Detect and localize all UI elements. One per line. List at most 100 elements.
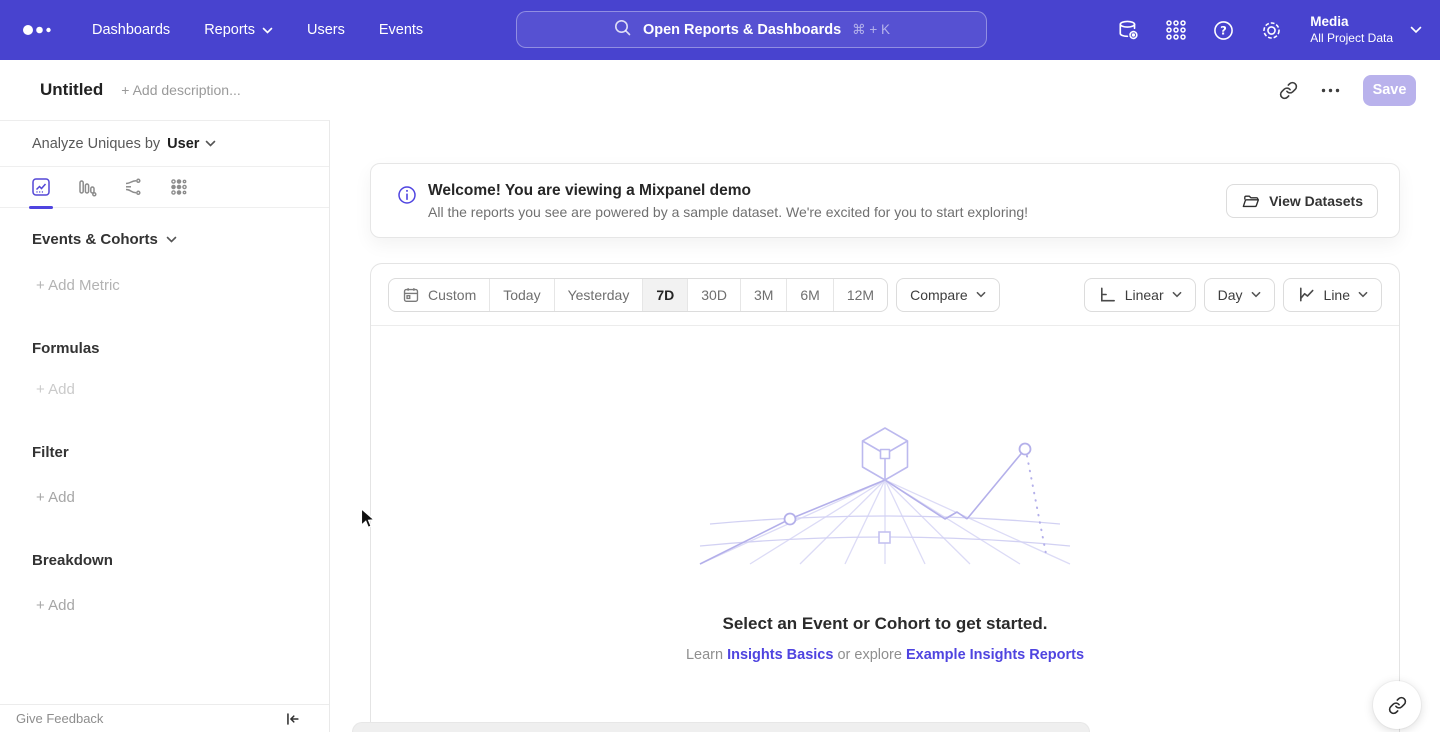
add-formula-button[interactable]: + Add (0, 381, 329, 398)
main-content: Welcome! You are viewing a Mixpanel demo… (330, 120, 1440, 732)
learn-prefix: Learn (686, 647, 723, 663)
bottom-sheet-peek[interactable] (352, 722, 1090, 732)
interval-label: Day (1218, 287, 1243, 303)
tab-flows[interactable] (123, 167, 143, 208)
range-12m[interactable]: 12M (833, 279, 887, 311)
insights-basics-link[interactable]: Insights Basics (727, 647, 833, 663)
range-30d[interactable]: 30D (687, 279, 740, 311)
search-shortcut: ⌘ + K (852, 22, 890, 38)
tab-bar-chart[interactable] (77, 167, 97, 208)
nav-item-reports[interactable]: Reports (204, 22, 273, 38)
nav-right: ? Media All Project Data (1117, 0, 1422, 60)
example-insights-reports-link[interactable]: Example Insights Reports (906, 647, 1084, 663)
add-filter-button[interactable]: + Add (0, 489, 329, 506)
info-icon (397, 185, 417, 205)
events-cohorts-heading[interactable]: Events & Cohorts (0, 231, 329, 248)
add-metric-button[interactable]: + Add Metric (0, 277, 329, 294)
compare-dropdown[interactable]: Compare (896, 278, 1000, 312)
chart-controls: Custom Today Yesterday 7D 30D 3M 6M 12M … (371, 264, 1399, 326)
wireframe-illustration (695, 424, 1075, 576)
save-button[interactable]: Save (1363, 75, 1416, 106)
project-scope: All Project Data (1310, 31, 1393, 47)
formulas-heading: Formulas (0, 340, 329, 357)
line-chart-icon (31, 177, 51, 197)
or-explore-text: or explore (837, 647, 901, 663)
chart-type-label: Line (1324, 287, 1350, 303)
empty-state-links: Learn Insights Basics or explore Example… (371, 647, 1399, 663)
banner-title: Welcome! You are viewing a Mixpanel demo (428, 182, 1028, 200)
chart-type-dropdown[interactable]: Line (1283, 278, 1382, 312)
range-label: Custom (428, 287, 476, 303)
compare-label: Compare (910, 287, 968, 303)
chevron-down-icon (1172, 291, 1182, 298)
line-chart-small-icon (1297, 285, 1316, 304)
chevron-down-icon (1251, 291, 1261, 298)
more-options-icon[interactable] (1321, 88, 1340, 93)
chevron-down-icon (1358, 291, 1368, 298)
chevron-down-icon (976, 291, 986, 298)
range-label: 12M (847, 287, 874, 303)
give-feedback-link[interactable]: Give Feedback (16, 711, 103, 726)
chevron-down-icon (205, 140, 216, 147)
range-label: 30D (701, 287, 727, 303)
view-datasets-button[interactable]: View Datasets (1226, 184, 1378, 218)
demo-banner: Welcome! You are viewing a Mixpanel demo… (370, 163, 1400, 238)
nav-item-events[interactable]: Events (379, 22, 423, 38)
range-yesterday[interactable]: Yesterday (554, 279, 643, 311)
analyze-row: Analyze Uniques by User (0, 121, 329, 167)
link-icon (1388, 696, 1407, 715)
report-title[interactable]: Untitled (40, 80, 103, 100)
linear-scale-icon (1098, 285, 1117, 304)
tab-line-chart[interactable] (31, 167, 51, 208)
range-label: 6M (800, 287, 819, 303)
collapse-sidebar-icon[interactable] (283, 710, 301, 728)
nav-item-label: Users (307, 22, 345, 38)
range-label: 7D (656, 287, 674, 303)
project-switcher[interactable]: Media All Project Data (1310, 13, 1393, 46)
range-custom[interactable]: Custom (389, 279, 489, 311)
report-panel: Custom Today Yesterday 7D 30D 3M 6M 12M … (370, 263, 1400, 732)
banner-text: Welcome! You are viewing a Mixpanel demo… (428, 182, 1028, 220)
chevron-down-icon (262, 27, 273, 34)
global-search[interactable]: Open Reports & Dashboards ⌘ + K (516, 11, 987, 48)
scale-dropdown[interactable]: Linear (1084, 278, 1196, 312)
chevron-down-icon (166, 236, 177, 243)
range-label: 3M (754, 287, 773, 303)
interval-dropdown[interactable]: Day (1204, 278, 1275, 312)
search-placeholder: Open Reports & Dashboards (643, 22, 841, 38)
header-actions: Save (1279, 75, 1416, 106)
analyze-label: Analyze Uniques by (32, 136, 160, 152)
copy-link-icon[interactable] (1279, 81, 1298, 100)
filter-heading: Filter (0, 444, 329, 461)
query-builder-sidebar: Analyze Uniques by User Events & Cohorts (0, 120, 330, 732)
chevron-down-icon (1410, 26, 1422, 34)
range-7d-selected[interactable]: 7D (642, 279, 687, 311)
report-description-placeholder[interactable]: + Add description... (121, 82, 240, 98)
flows-icon (123, 177, 143, 197)
tab-retention-grid[interactable] (169, 167, 189, 208)
data-management-icon[interactable] (1117, 19, 1140, 42)
apps-grid-icon[interactable] (1165, 19, 1187, 41)
share-link-fab[interactable] (1373, 681, 1421, 729)
view-datasets-label: View Datasets (1269, 193, 1363, 209)
sidebar-footer: Give Feedback (0, 704, 329, 732)
range-6m[interactable]: 6M (786, 279, 832, 311)
top-nav: Dashboards Reports Users Events Open Rep… (0, 0, 1440, 60)
folder-icon (1241, 192, 1260, 209)
mixpanel-logo[interactable] (22, 24, 58, 36)
nav-item-users[interactable]: Users (307, 22, 345, 38)
help-icon[interactable]: ? (1212, 19, 1235, 42)
settings-icon[interactable] (1260, 19, 1283, 42)
mixpanel-insights-app: Dashboards Reports Users Events Open Rep… (0, 0, 1440, 732)
nav-item-label: Events (379, 22, 423, 38)
empty-state: Select an Event or Cohort to get started… (371, 424, 1399, 663)
range-label: Yesterday (568, 287, 630, 303)
add-breakdown-button[interactable]: + Add (0, 597, 329, 614)
range-3m[interactable]: 3M (740, 279, 786, 311)
analyze-by-dropdown[interactable]: User (167, 136, 216, 152)
nav-item-dashboards[interactable]: Dashboards (92, 22, 170, 38)
search-icon (613, 18, 632, 42)
project-name: Media (1310, 13, 1393, 31)
range-today[interactable]: Today (489, 279, 553, 311)
bar-chart-icon (77, 177, 97, 197)
